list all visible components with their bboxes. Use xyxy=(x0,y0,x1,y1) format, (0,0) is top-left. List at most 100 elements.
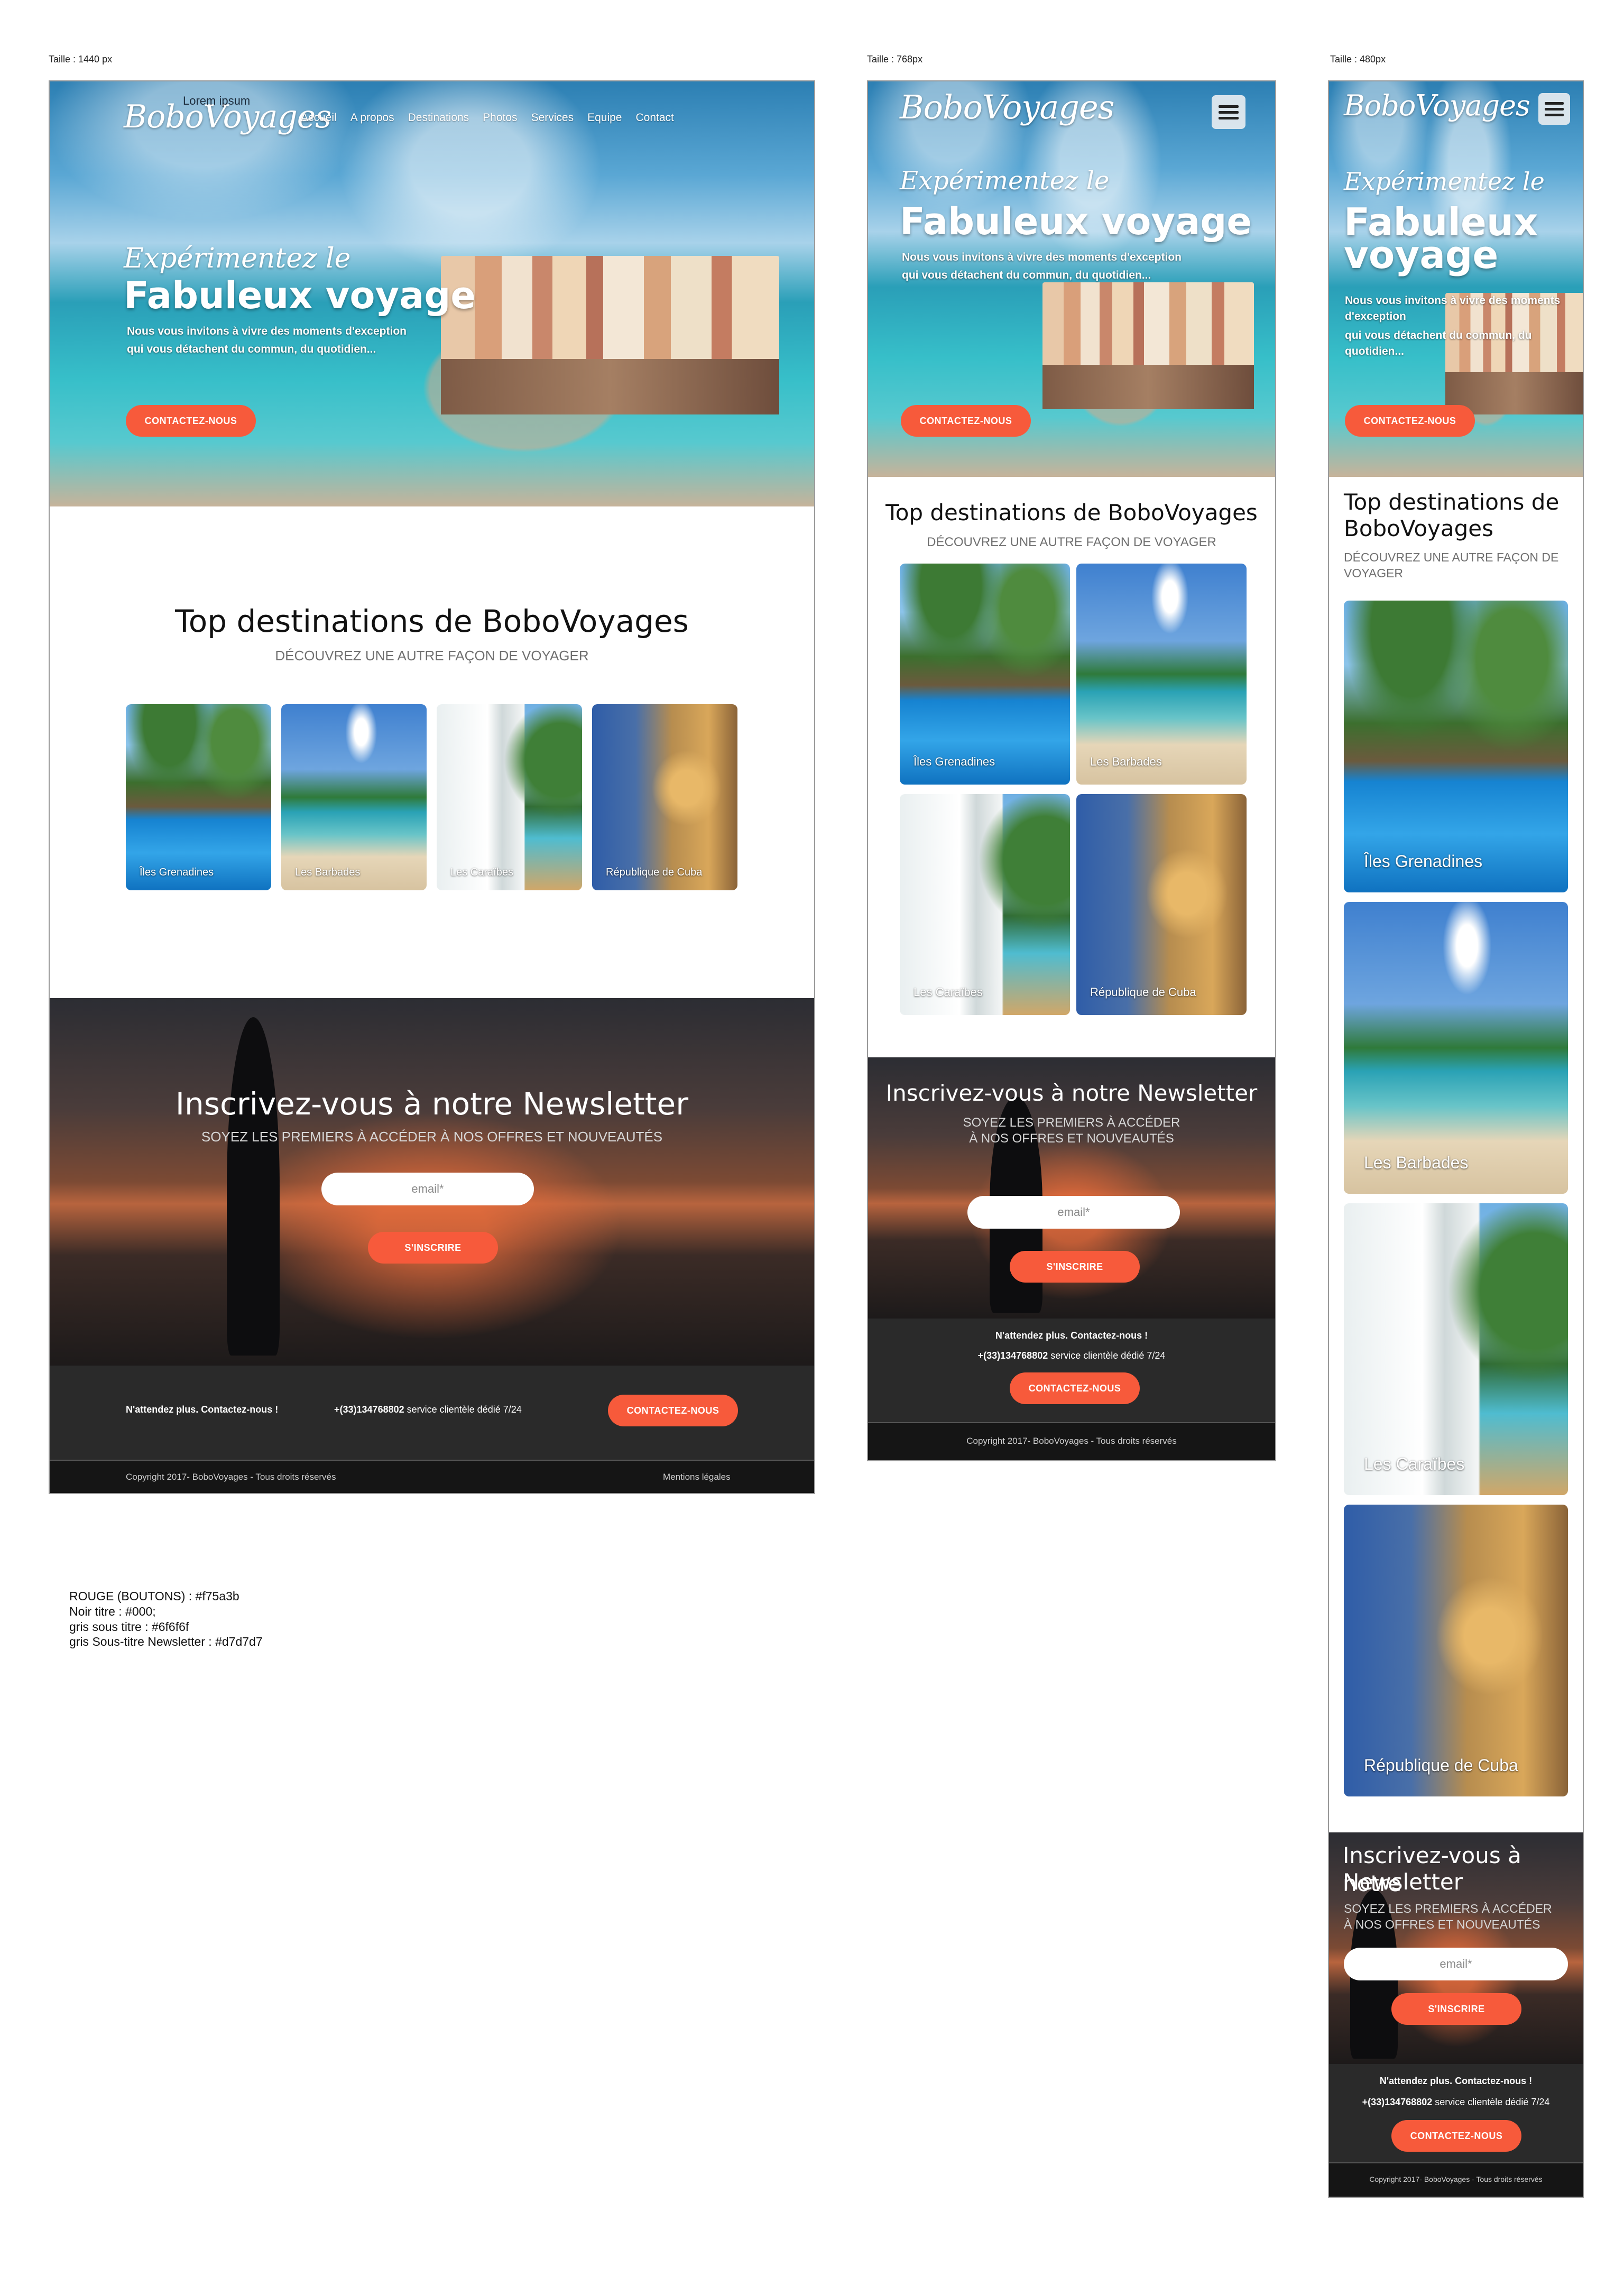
main-nav: Accueil A propos Destinations Photos Ser… xyxy=(301,112,674,124)
footer-phone-note: service clientèle dédié 7/24 xyxy=(1432,2097,1550,2107)
style-notes: ROUGE (BOUTONS) : #f75a3b Noir titre : #… xyxy=(69,1589,263,1649)
footer-legal-link[interactable]: Mentions légales xyxy=(663,1472,731,1482)
destination-label: Les Caraïbes xyxy=(1364,1454,1465,1473)
footer-contact-button[interactable]: CONTACTEZ-NOUS xyxy=(1391,2120,1521,2152)
footer-phone[interactable]: +(33)134768802 xyxy=(978,1350,1048,1361)
destination-card-caraibes[interactable]: Les Caraïbes xyxy=(1344,1203,1568,1495)
destinations-title: Top destinations de BoboVoyages xyxy=(885,500,1258,526)
newsletter-subtitle-line-1: SOYEZ LES PREMIERS À ACCÉDER xyxy=(1344,1902,1552,1915)
brand-tagline: Lorem ipsum xyxy=(183,94,251,107)
destination-label: Les Caraïbes xyxy=(914,985,983,999)
hero-town-illustration xyxy=(441,256,779,414)
newsletter-email-field[interactable] xyxy=(967,1196,1180,1229)
hero-title-line-2: voyage xyxy=(1344,233,1499,277)
footer-phone[interactable]: +(33)134768802 xyxy=(334,1404,404,1415)
footer-phone-note: service clientèle dédié 7/24 xyxy=(1048,1350,1166,1361)
footer-phone-line: +(33)134768802 service clientèle dédié 7… xyxy=(1329,2097,1583,2108)
destinations-title-line-1: Top destinations de xyxy=(1344,489,1560,515)
note-newsletter-subtitle-color: gris Sous-titre Newsletter : #d7d7d7 xyxy=(69,1635,263,1649)
destination-label: République de Cuba xyxy=(606,867,703,878)
destinations-subtitle: DÉCOUVREZ UNE AUTRE FAÇON DE VOYAGER xyxy=(927,535,1216,549)
destinations-subtitle-line-1: DÉCOUVREZ UNE AUTRE FAÇON DE xyxy=(1344,550,1559,564)
desktop-size-label: Taille : 1440 px xyxy=(49,54,113,64)
destination-card-caraibes[interactable]: Les Caraïbes xyxy=(437,704,582,890)
footer-copyright: Copyright 2017- BoboVoyages - Tous droit… xyxy=(1369,2175,1543,2183)
destination-label: République de Cuba xyxy=(1090,985,1196,999)
footer-phone[interactable]: +(33)134768802 xyxy=(1362,2097,1433,2107)
nav-accueil[interactable]: Accueil xyxy=(301,112,337,124)
destination-label: Îles Grenadines xyxy=(914,755,995,768)
destination-label: République de Cuba xyxy=(1364,1756,1518,1775)
destination-card-caraibes[interactable]: Les Caraïbes xyxy=(900,794,1070,1015)
newsletter-email-field[interactable] xyxy=(1344,1948,1568,1980)
hero-contact-button[interactable]: CONTACTEZ-NOUS xyxy=(126,405,256,437)
destination-label: Les Caraïbes xyxy=(450,867,513,878)
nav-services[interactable]: Services xyxy=(531,112,574,124)
newsletter-subscribe-button[interactable]: S'INSCRIRE xyxy=(368,1232,498,1264)
note-button-color: ROUGE (BOUTONS) : #f75a3b xyxy=(69,1589,239,1603)
hero-script-title: Expérimentez le xyxy=(900,166,1110,196)
hero-lead-2: qui vous détachent du commun, du quotidi… xyxy=(1345,329,1532,358)
hero-title: Fabuleux voyage xyxy=(124,274,476,317)
note-title-color: Noir titre : #000; xyxy=(69,1604,156,1618)
newsletter-title-line-2: Newsletter xyxy=(1343,1869,1463,1895)
destination-card-grenadines[interactable]: Îles Grenadines xyxy=(126,704,271,890)
hero-contact-button[interactable]: CONTACTEZ-NOUS xyxy=(1345,405,1475,437)
nav-photos[interactable]: Photos xyxy=(483,112,517,124)
newsletter-subtitle-line-2: À NOS OFFRES ET NOUVEAUTÉS xyxy=(969,1131,1174,1146)
footer-copyright: Copyright 2017- BoboVoyages - Tous droit… xyxy=(126,1472,336,1482)
destinations-subtitle: DÉCOUVREZ UNE AUTRE FAÇON DE VOYAGER xyxy=(275,648,589,663)
destinations-title: Top destinations de BoboVoyages xyxy=(175,603,689,639)
newsletter-person-silhouette xyxy=(227,1017,280,1356)
brand-logo[interactable]: BoboVoyages xyxy=(1344,89,1530,122)
footer-cta: N'attendez plus. Contactez-nous ! xyxy=(995,1330,1148,1341)
hamburger-menu-icon[interactable] xyxy=(1538,93,1570,125)
newsletter-title: Inscrivez-vous à notre Newsletter xyxy=(175,1086,689,1122)
destination-card-cuba[interactable]: République de Cuba xyxy=(592,704,737,890)
mobile-mockup: BoboVoyages Expérimentez le Fabuleux voy… xyxy=(1328,80,1584,2198)
brand-logo[interactable]: BoboVoyages xyxy=(900,88,1115,126)
hamburger-menu-icon[interactable] xyxy=(1212,95,1245,129)
note-subtitle-color: gris sous titre : #6f6f6f xyxy=(69,1619,189,1634)
destination-label: Les Barbades xyxy=(295,867,361,878)
mobile-size-label: Taille : 480px xyxy=(1330,54,1386,64)
destination-card-barbades[interactable]: Les Barbades xyxy=(1344,902,1568,1194)
desktop-mockup: BoboVoyages Lorem ipsum Accueil A propos… xyxy=(49,80,815,1494)
destination-card-grenadines[interactable]: Îles Grenadines xyxy=(900,564,1070,785)
destination-label: Les Barbades xyxy=(1364,1153,1469,1172)
destination-card-cuba[interactable]: République de Cuba xyxy=(1076,794,1247,1015)
tablet-size-label: Taille : 768px xyxy=(867,54,923,64)
hero-lead-1: Nous vous invitons à vivre des moments d… xyxy=(902,251,1182,263)
hero-title: Fabuleux voyage xyxy=(900,200,1252,243)
hero-lead-1: Nous vous invitons à vivre des moments d… xyxy=(127,325,407,337)
newsletter-subtitle: SOYEZ LES PREMIERS À ACCÉDER À NOS OFFRE… xyxy=(201,1129,663,1145)
destination-card-grenadines[interactable]: Îles Grenadines xyxy=(1344,601,1568,892)
newsletter-subscribe-button[interactable]: S'INSCRIRE xyxy=(1010,1251,1140,1283)
hero-script-title: Expérimentez le xyxy=(1344,167,1545,196)
footer-phone-line: +(33)134768802 service clientèle dédié 7… xyxy=(334,1404,522,1415)
destination-card-cuba[interactable]: République de Cuba xyxy=(1344,1505,1568,1796)
footer-phone-line: +(33)134768802 service clientèle dédié 7… xyxy=(868,1350,1275,1361)
footer-cta: N'attendez plus. Contactez-nous ! xyxy=(1379,2076,1533,2086)
destinations-title-line-2: BoboVoyages xyxy=(1344,515,1494,541)
destination-card-barbades[interactable]: Les Barbades xyxy=(281,704,427,890)
destination-card-barbades[interactable]: Les Barbades xyxy=(1076,564,1247,785)
nav-contact[interactable]: Contact xyxy=(635,112,673,124)
hero-lead-2: qui vous détachent du commun, du quotidi… xyxy=(127,343,376,355)
newsletter-subscribe-button[interactable]: S'INSCRIRE xyxy=(1391,1993,1521,2025)
footer-cta: N'attendez plus. Contactez-nous ! xyxy=(126,1404,279,1415)
footer-contact-button[interactable]: CONTACTEZ-NOUS xyxy=(1010,1372,1140,1404)
nav-a-propos[interactable]: A propos xyxy=(350,112,394,124)
destination-label: Îles Grenadines xyxy=(1364,852,1483,871)
destination-label: Les Barbades xyxy=(1090,755,1162,768)
nav-equipe[interactable]: Equipe xyxy=(587,112,622,124)
hero-contact-button[interactable]: CONTACTEZ-NOUS xyxy=(901,405,1031,437)
footer-phone-note: service clientèle dédié 7/24 xyxy=(404,1404,522,1415)
footer-contact-button[interactable]: CONTACTEZ-NOUS xyxy=(608,1395,738,1426)
tablet-mockup: BoboVoyages Expérimentez le Fabuleux voy… xyxy=(867,80,1276,1461)
destination-label: Îles Grenadines xyxy=(140,867,214,878)
footer-copyright: Copyright 2017- BoboVoyages - Tous droit… xyxy=(966,1436,1177,1446)
nav-destinations[interactable]: Destinations xyxy=(408,112,469,124)
newsletter-email-field[interactable] xyxy=(321,1173,534,1205)
hero-script-title: Expérimentez le xyxy=(124,243,351,274)
